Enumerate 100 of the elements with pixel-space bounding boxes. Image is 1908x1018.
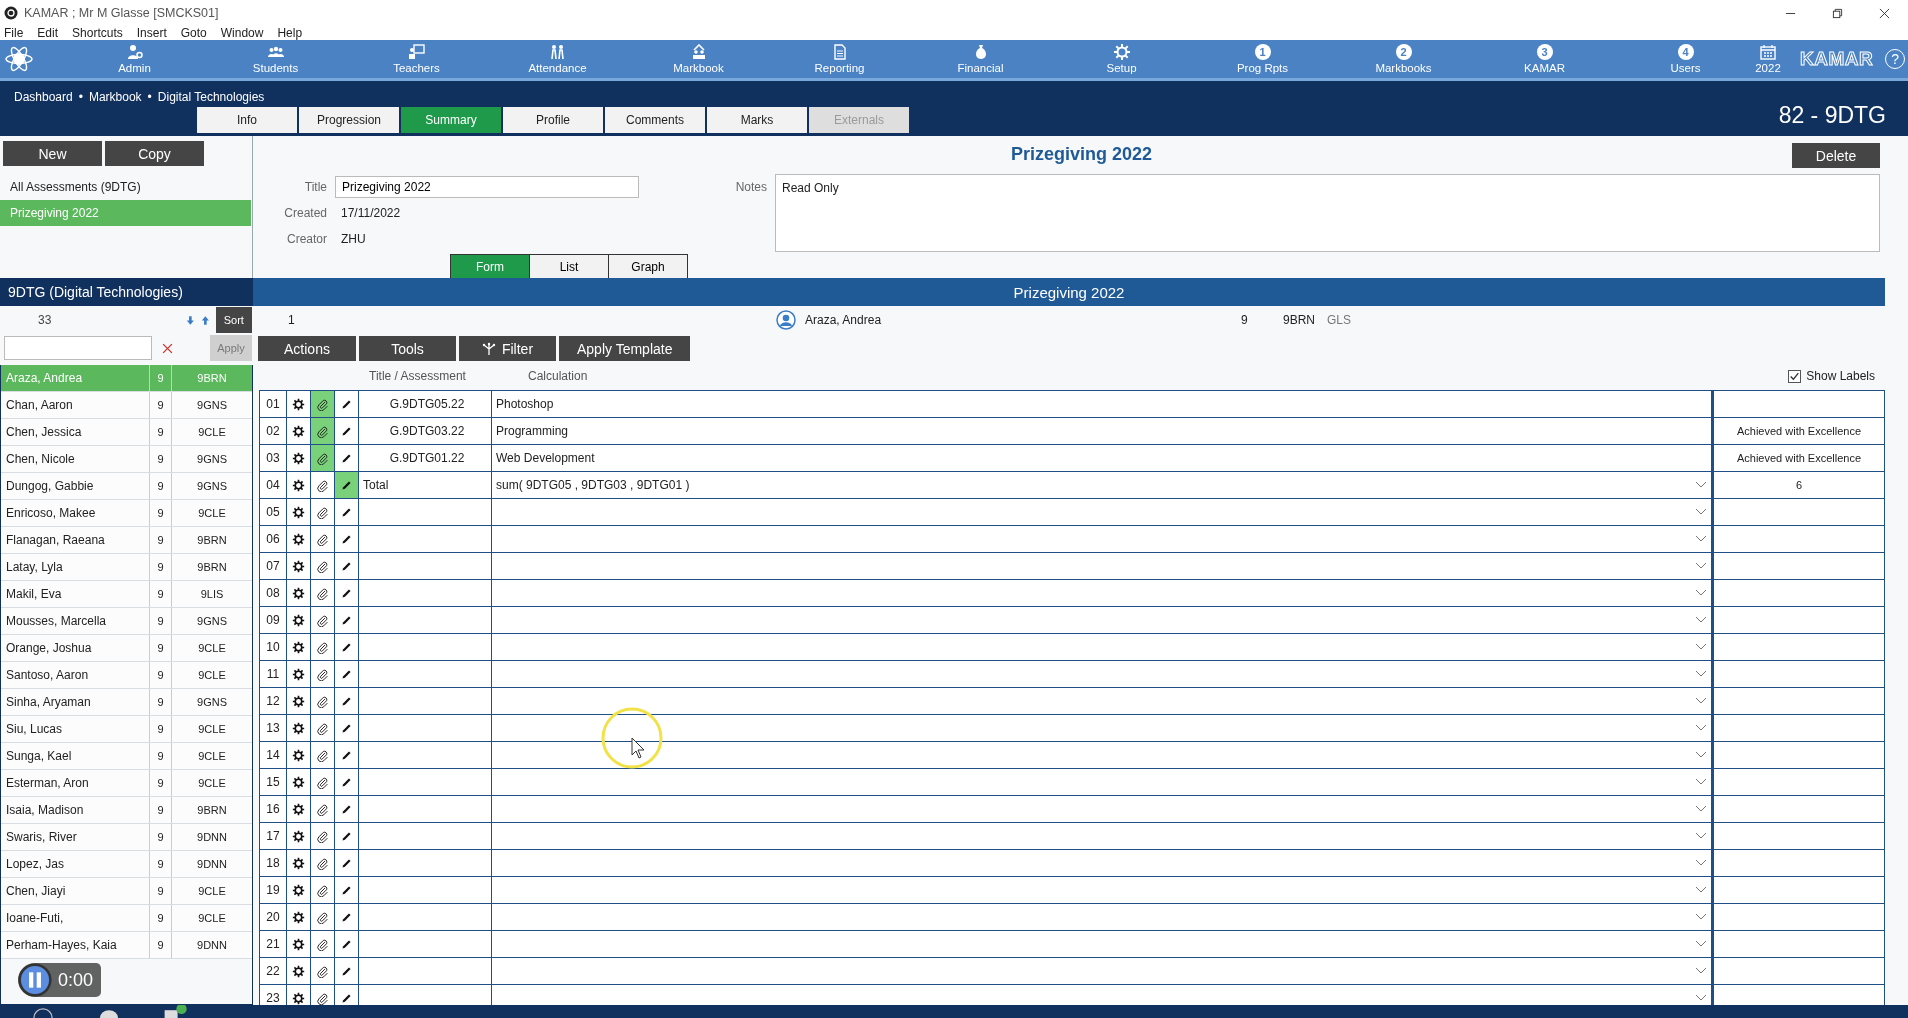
- clear-icon[interactable]: [162, 342, 173, 354]
- settings-icon[interactable]: [292, 586, 305, 600]
- breadcrumb-link[interactable]: Markbook: [88, 90, 142, 104]
- menu-item[interactable]: Help: [277, 26, 303, 40]
- attachment-cell[interactable]: [311, 418, 335, 444]
- student-row[interactable]: Chen, Nicole 9 9GNS: [1, 446, 252, 473]
- restore-icon[interactable]: [1832, 7, 1843, 19]
- window-stack-icon[interactable]: [162, 1005, 188, 1018]
- nav-button[interactable]: Reporting: [769, 44, 910, 74]
- settings-icon[interactable]: [292, 397, 305, 411]
- chevron-down-icon[interactable]: [1695, 967, 1707, 975]
- settings-icon[interactable]: [292, 937, 305, 951]
- breadcrumb-link[interactable]: Digital Technologies: [157, 90, 265, 104]
- student-row[interactable]: Flanagan, Raeana 9 9BRN: [1, 527, 252, 554]
- show-labels-checkbox[interactable]: Show Labels: [1788, 369, 1885, 383]
- arrow-up-icon[interactable]: [200, 313, 210, 327]
- nav-button[interactable]: Attendance: [487, 44, 628, 74]
- menu-item[interactable]: Insert: [136, 26, 167, 40]
- attachment-cell[interactable]: [311, 391, 335, 417]
- globe-icon[interactable]: [30, 1005, 56, 1018]
- settings-icon[interactable]: [292, 478, 305, 492]
- close-icon[interactable]: [1879, 7, 1890, 19]
- menu-item[interactable]: Goto: [180, 26, 207, 40]
- settings-icon[interactable]: [292, 559, 305, 573]
- sort-button[interactable]: Sort: [215, 307, 252, 333]
- attachment-cell[interactable]: [311, 445, 335, 471]
- student-row[interactable]: Swaris, River 9 9DNN: [1, 824, 252, 851]
- student-row[interactable]: Sinha, Aryaman 9 9GNS: [1, 689, 252, 716]
- student-row[interactable]: Siu, Lucas 9 9CLE: [1, 716, 252, 743]
- toolbar-button[interactable]: Filter: [459, 336, 556, 361]
- student-row[interactable]: Dungog, Gabbie 9 9GNS: [1, 473, 252, 500]
- nav-button[interactable]: Markbook: [628, 44, 769, 74]
- delete-button[interactable]: Delete: [1792, 143, 1880, 168]
- nav-button[interactable]: Teachers: [346, 44, 487, 74]
- recorder-control[interactable]: 0:00: [18, 963, 102, 997]
- toolbar-button[interactable]: Copy: [105, 141, 204, 166]
- atom-bulb-icon[interactable]: [4, 44, 34, 74]
- menu-item[interactable]: Window: [220, 26, 264, 40]
- tab[interactable]: Profile: [503, 107, 603, 133]
- settings-icon[interactable]: [292, 532, 305, 546]
- settings-icon[interactable]: [292, 964, 305, 978]
- arrow-down-icon[interactable]: [186, 313, 195, 327]
- student-row[interactable]: Lopez, Jas 9 9DNN: [1, 851, 252, 878]
- settings-icon[interactable]: [292, 910, 305, 924]
- search-field[interactable]: [4, 336, 152, 360]
- settings-icon[interactable]: [292, 505, 305, 519]
- student-row[interactable]: Chen, Jessica 9 9CLE: [1, 419, 252, 446]
- chevron-down-icon[interactable]: [1695, 859, 1707, 867]
- student-row[interactable]: Isaia, Madison 9 9BRN: [1, 797, 252, 824]
- tab[interactable]: Marks: [707, 107, 807, 133]
- chevron-down-icon[interactable]: [1695, 886, 1707, 894]
- title-field[interactable]: Prizegiving 2022: [335, 176, 639, 198]
- settings-icon[interactable]: [292, 829, 305, 843]
- chevron-down-icon[interactable]: [1695, 724, 1707, 732]
- student-row[interactable]: Perham-Hayes, Kaia 9 9DNN: [1, 932, 252, 959]
- notes-field[interactable]: Read Only: [775, 174, 1880, 252]
- chevron-down-icon[interactable]: [1695, 751, 1707, 759]
- menu-item[interactable]: Edit: [37, 26, 59, 40]
- chevron-down-icon[interactable]: [1695, 535, 1707, 543]
- toolbar-button[interactable]: New: [3, 141, 102, 166]
- chevron-down-icon[interactable]: [1695, 778, 1707, 786]
- nav-button[interactable]: Students: [205, 44, 346, 74]
- tab[interactable]: Progression: [299, 107, 399, 133]
- nav-button[interactable]: 1 Prog Rpts: [1192, 44, 1333, 74]
- student-row[interactable]: Esterman, Aron 9 9CLE: [1, 770, 252, 797]
- settings-icon[interactable]: [292, 991, 305, 1005]
- chevron-down-icon[interactable]: [1695, 805, 1707, 813]
- chevron-down-icon[interactable]: [1695, 589, 1707, 597]
- chevron-down-icon[interactable]: [1695, 616, 1707, 624]
- chevron-down-icon[interactable]: [1695, 697, 1707, 705]
- settings-icon[interactable]: [292, 424, 305, 438]
- student-row[interactable]: Sunga, Kael 9 9CLE: [1, 743, 252, 770]
- chevron-down-icon[interactable]: [1695, 940, 1707, 948]
- nav-button[interactable]: 2 Markbooks: [1333, 44, 1474, 74]
- student-row[interactable]: Mousses, Marcella 9 9GNS: [1, 608, 252, 635]
- settings-icon[interactable]: [292, 667, 305, 681]
- chevron-down-icon[interactable]: [1695, 670, 1707, 678]
- chevron-down-icon[interactable]: [1695, 562, 1707, 570]
- chevron-down-icon[interactable]: [1695, 994, 1707, 1002]
- nav-button[interactable]: Financial: [910, 44, 1051, 74]
- menu-item[interactable]: File: [4, 26, 24, 40]
- edit-cell[interactable]: [335, 472, 359, 498]
- view-toggle[interactable]: List: [529, 255, 608, 279]
- student-row[interactable]: Santoso, Aaron 9 9CLE: [1, 662, 252, 689]
- settings-icon[interactable]: [292, 856, 305, 870]
- nav-button[interactable]: Setup: [1051, 44, 1192, 74]
- settings-icon[interactable]: [292, 613, 305, 627]
- student-row[interactable]: Makil, Eva 9 9LIS: [1, 581, 252, 608]
- settings-icon[interactable]: [292, 883, 305, 897]
- settings-icon[interactable]: [292, 748, 305, 762]
- tab[interactable]: Summary: [401, 107, 501, 133]
- chevron-down-icon[interactable]: [1695, 508, 1707, 516]
- student-row[interactable]: Latay, Lyla 9 9BRN: [1, 554, 252, 581]
- view-toggle[interactable]: Form: [451, 255, 529, 279]
- tab[interactable]: Info: [197, 107, 297, 133]
- settings-icon[interactable]: [292, 694, 305, 708]
- chevron-down-icon[interactable]: [1695, 643, 1707, 651]
- settings-icon[interactable]: [292, 775, 305, 789]
- student-row[interactable]: Chan, Aaron 9 9GNS: [1, 392, 252, 419]
- student-row[interactable]: Enricoso, Makee 9 9CLE: [1, 500, 252, 527]
